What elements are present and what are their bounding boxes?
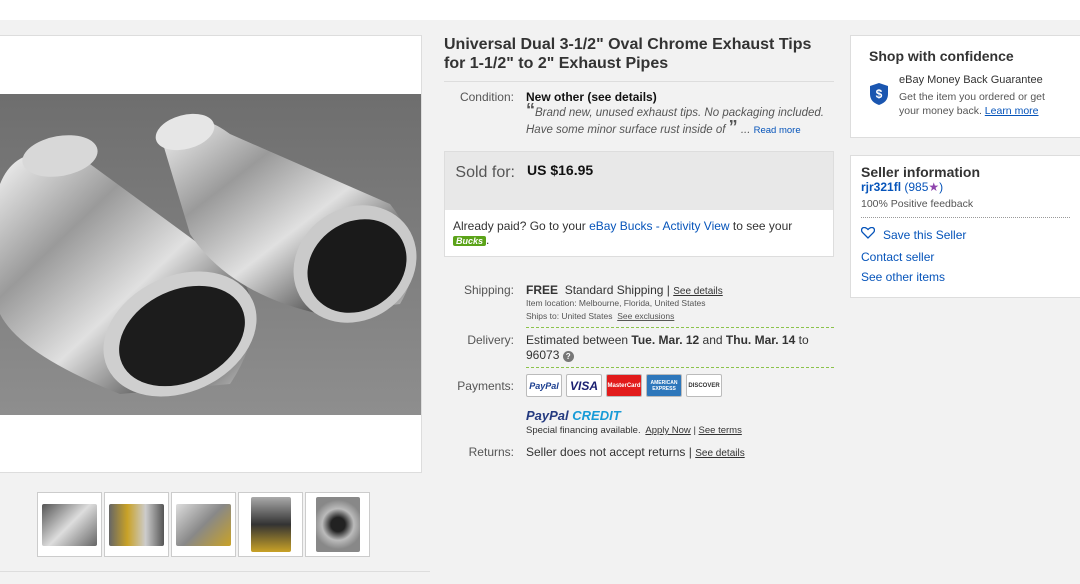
price-value: US $16.95 xyxy=(527,162,594,178)
thumbnail-5[interactable] xyxy=(305,492,370,557)
financing-line: Special financing available. Apply Now |… xyxy=(526,425,834,436)
apply-now-link[interactable]: Apply Now xyxy=(645,425,690,436)
help-icon[interactable]: ? xyxy=(562,351,574,362)
guarantee-text: Get the item you ordered or get your mon… xyxy=(899,90,1062,118)
seller-name-line: rjr321fl (985★) xyxy=(861,180,1070,194)
paypal-card-icon: PayPal xyxy=(526,374,562,397)
condition-label: Condition: xyxy=(459,90,514,104)
thumbnail-strip xyxy=(37,492,370,557)
delivery-pre: Estimated between xyxy=(526,333,632,347)
financing-sep: | xyxy=(693,425,696,436)
contact-seller-link[interactable]: Contact seller xyxy=(861,250,1070,264)
already-paid-text: Already paid? Go to your eBay Bucks - Ac… xyxy=(445,210,833,256)
price-box: Sold for: US $16.95 Already paid? Go to … xyxy=(444,151,834,257)
condition-value: New other (see details) xyxy=(526,90,657,104)
delivery-row: Delivery: Estimated between Tue. Mar. 12… xyxy=(444,333,834,368)
paypal-word: PayPal xyxy=(526,408,569,423)
returns-see-details-link[interactable]: See details xyxy=(695,448,744,459)
bucks-badge: Bucks xyxy=(453,236,487,246)
save-seller-label: Save this Seller xyxy=(883,227,967,242)
shipping-see-details-link[interactable]: See details xyxy=(673,286,722,297)
thumbnail-1[interactable] xyxy=(37,492,102,557)
shipping-method: Standard Shipping | xyxy=(564,283,670,297)
shipping-label: Shipping: xyxy=(463,283,514,297)
paid-post: to see your xyxy=(729,219,793,233)
delivery-date-2: Thu. Mar. 14 xyxy=(725,333,796,347)
positive-feedback: 100% Positive feedback xyxy=(861,197,1070,218)
shield-dollar-icon: $ xyxy=(869,82,889,118)
paypal-credit-logo[interactable]: PayPal CREDIT xyxy=(526,408,834,423)
see-terms-link[interactable]: See terms xyxy=(699,425,742,436)
payment-icons: PayPal VISA MasterCard AMERICAN EXPRESS … xyxy=(526,374,834,397)
thumbnail-3[interactable] xyxy=(171,492,236,557)
delivery-zip: 96073 xyxy=(526,348,560,362)
shipping-free: FREE xyxy=(526,283,559,297)
svg-text:$: $ xyxy=(876,87,883,101)
returns-row: Returns: Seller does not accept returns … xyxy=(444,445,834,459)
returns-value: Seller does not accept returns | xyxy=(526,445,692,459)
thumbnail-2[interactable] xyxy=(104,492,169,557)
close-paren: ) xyxy=(939,180,944,194)
visa-card-icon: VISA xyxy=(566,374,602,397)
thumbnail-4[interactable] xyxy=(238,492,303,557)
discover-card-icon: DISCOVER xyxy=(686,374,722,397)
read-more-link[interactable]: Read more xyxy=(754,125,801,136)
ellipsis: ... xyxy=(740,124,751,136)
main-image-container[interactable] xyxy=(0,35,422,473)
shipping-row: Shipping: FREE Standard Shipping | See d… xyxy=(444,283,834,328)
paid-pre: Already paid? Go to your xyxy=(453,219,590,233)
seller-title: Seller information xyxy=(861,164,981,180)
returns-label: Returns: xyxy=(468,445,514,459)
see-exclusions-link[interactable]: See exclusions xyxy=(617,311,674,321)
confidence-title: Shop with confidence xyxy=(869,48,1014,64)
seller-name-link[interactable]: rjr321fl xyxy=(861,180,901,194)
condition-row: Condition: New other (see details) “Bran… xyxy=(444,90,834,139)
ships-to: Ships to: United States xyxy=(526,311,613,321)
payments-label: Payments: xyxy=(457,379,514,393)
main-product-image[interactable] xyxy=(0,94,421,415)
item-title: Universal Dual 3-1/2" Oval Chrome Exhaus… xyxy=(444,35,834,82)
price-label: Sold for: xyxy=(455,164,515,181)
shop-with-confidence-box: Shop with confidence $ eBay Money Back G… xyxy=(850,35,1080,138)
delivery-label: Delivery: xyxy=(467,333,514,347)
delivery-mid: and xyxy=(699,333,726,347)
delivery-post: to xyxy=(795,333,809,347)
item-details: Universal Dual 3-1/2" Oval Chrome Exhaus… xyxy=(444,35,834,459)
amex-card-icon: AMERICAN EXPRESS xyxy=(646,374,682,397)
paid-end: . xyxy=(486,233,490,247)
top-bar xyxy=(0,0,1080,20)
ebay-bucks-link[interactable]: eBay Bucks - Activity View xyxy=(589,219,730,233)
feedback-score-link[interactable]: (985 xyxy=(904,180,928,194)
financing-text: Special financing available. xyxy=(526,425,641,436)
condition-quote: “Brand new, unused exhaust tips. No pack… xyxy=(526,100,824,137)
guarantee-title: eBay Money Back Guarantee xyxy=(899,74,1043,86)
star-icon: ★ xyxy=(928,180,940,194)
credit-word: CREDIT xyxy=(568,408,621,423)
see-other-items-link[interactable]: See other items xyxy=(861,270,1070,284)
seller-info-box: Seller information rjr321fl (985★) 100% … xyxy=(850,155,1080,298)
save-seller-button[interactable]: Save this Seller xyxy=(860,226,1070,242)
mastercard-card-icon: MasterCard xyxy=(606,374,642,397)
learn-more-link[interactable]: Learn more xyxy=(985,105,1039,117)
divider xyxy=(0,571,430,572)
delivery-date-1: Tue. Mar. 12 xyxy=(631,333,700,347)
item-location: Item location: Melbourne, Florida, Unite… xyxy=(526,298,706,308)
payments-row: Payments: PayPal VISA MasterCard AMERICA… xyxy=(444,374,834,436)
heart-icon xyxy=(860,226,876,242)
